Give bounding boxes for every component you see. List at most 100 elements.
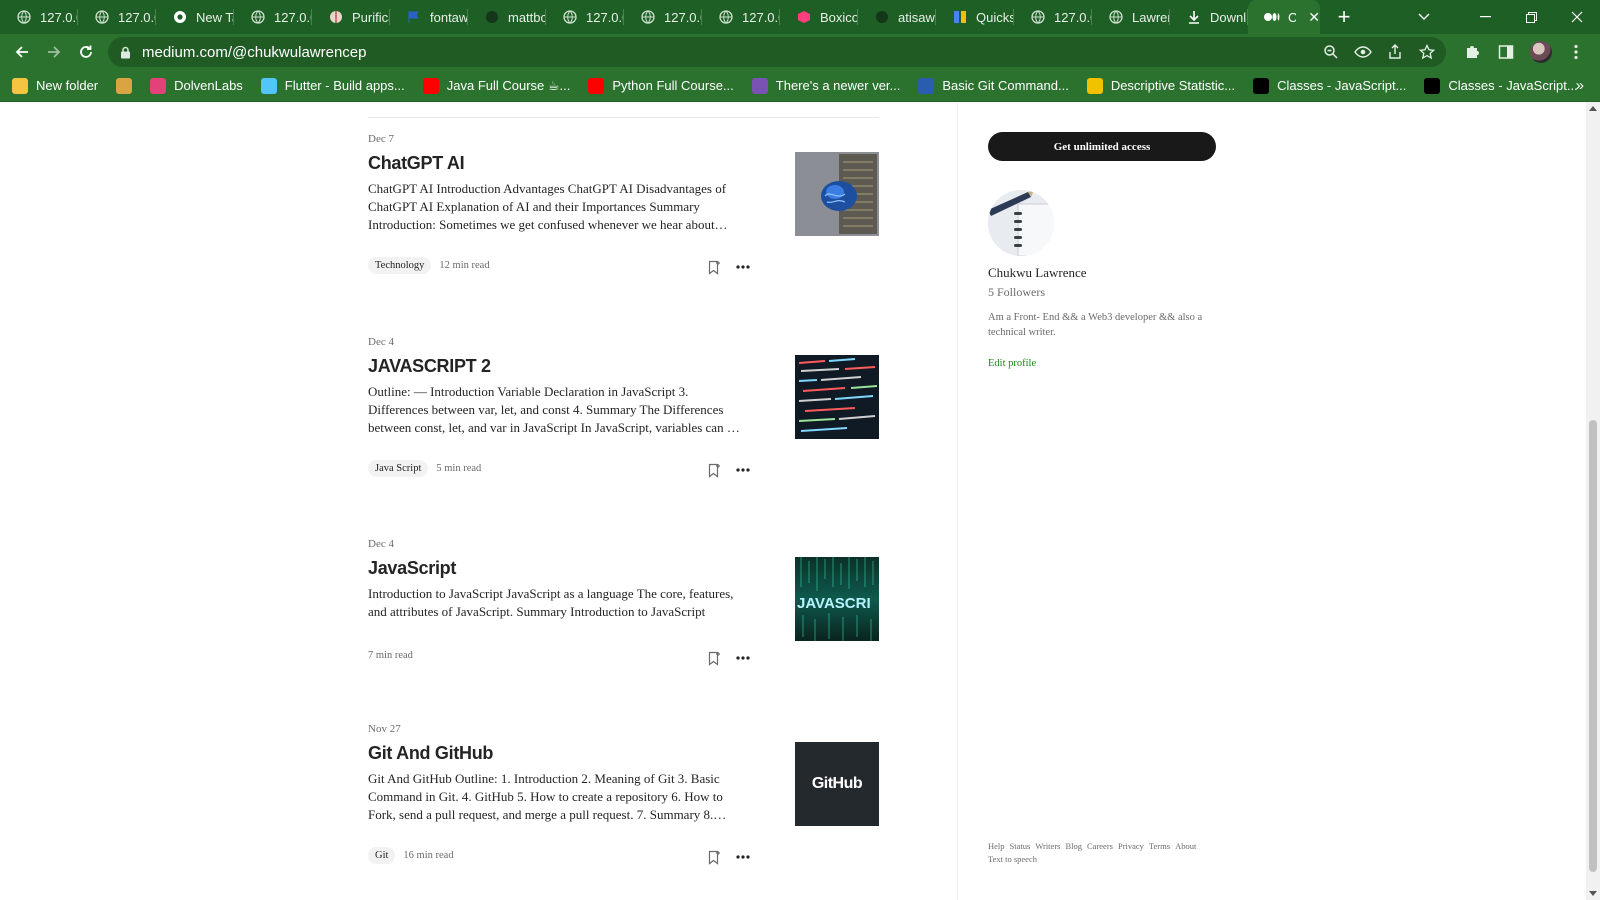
browser-tab[interactable]: fontaw <box>390 0 468 34</box>
browser-tab[interactable]: 127.0.0 <box>0 0 78 34</box>
minimize-button[interactable] <box>1462 0 1508 34</box>
share-icon[interactable] <box>1386 43 1404 61</box>
reload-button[interactable] <box>70 36 102 68</box>
article-card[interactable]: Dec 7 ChatGPT AI ChatGPT AI Introduction… <box>368 133 879 317</box>
bookmark-item[interactable]: DolvenLabs <box>150 77 243 94</box>
more-options-icon[interactable] <box>735 462 751 478</box>
followers-count[interactable]: 5 Followers <box>988 285 1045 300</box>
bookmark-label: Java Full Course ☕... <box>446 77 571 93</box>
article-excerpt[interactable]: ChatGPT AI Introduction Advantages ChatG… <box>368 180 748 233</box>
bookmark-label: Classes - JavaScript... <box>1448 78 1578 93</box>
article-title[interactable]: ChatGPT AI <box>368 153 465 174</box>
scrollbar-thumb[interactable] <box>1589 420 1597 872</box>
article-title[interactable]: JavaScript <box>368 558 456 579</box>
bookmark-item[interactable]: Basic Git Command... <box>918 77 1069 94</box>
author-name[interactable]: Chukwu Lawrence <box>988 265 1087 281</box>
article-excerpt[interactable]: Introduction to JavaScript JavaScript as… <box>368 585 748 621</box>
footer-link[interactable]: Privacy <box>1118 841 1144 852</box>
more-options-icon[interactable] <box>735 650 751 666</box>
scroll-up-arrow[interactable] <box>1589 106 1597 111</box>
article-excerpt[interactable]: Git And GitHub Outline: 1. Introduction … <box>368 770 748 823</box>
browser-tab[interactable]: 127.0.0 <box>546 0 624 34</box>
browser-tab[interactable]: 127.0.0 <box>624 0 702 34</box>
zoom-icon[interactable] <box>1322 43 1340 61</box>
footer-link[interactable]: Status <box>1010 841 1031 852</box>
lock-icon[interactable] <box>118 45 132 59</box>
footer-link[interactable]: Terms <box>1149 841 1170 852</box>
browser-tab[interactable]: Boxico <box>780 0 858 34</box>
bookmark-item[interactable] <box>116 77 133 94</box>
browser-tab[interactable]: New Ta <box>156 0 234 34</box>
bookmark-add-icon[interactable] <box>707 849 721 865</box>
browser-tab[interactable]: 127.0.0 <box>1014 0 1092 34</box>
more-options-icon[interactable] <box>735 849 751 865</box>
browser-tab[interactable]: mattbc <box>468 0 546 34</box>
profile-avatar[interactable] <box>1530 41 1552 63</box>
tab-title: 127.0.0 <box>274 9 312 25</box>
browser-tab[interactable]: atisawc <box>858 0 936 34</box>
mdn-icon <box>1253 77 1270 94</box>
more-options-icon[interactable] <box>735 259 751 275</box>
article-card[interactable]: Dec 4 JAVASCRIPT 2 Outline: — Introducti… <box>368 336 879 520</box>
bookmarks-overflow-button[interactable]: » <box>1576 77 1584 94</box>
scroll-down-arrow[interactable] <box>1589 891 1597 896</box>
browser-tab[interactable]: Lawren <box>1092 0 1170 34</box>
bookmark-add-icon[interactable] <box>707 462 721 478</box>
footer-link[interactable]: Text to speech <box>988 854 1037 865</box>
article-title[interactable]: JAVASCRIPT 2 <box>368 356 491 377</box>
article-thumbnail[interactable] <box>795 355 879 439</box>
star-icon[interactable] <box>1418 43 1436 61</box>
get-unlimited-access-button[interactable]: Get unlimited access <box>988 132 1216 161</box>
article-card[interactable]: Nov 27 Git And GitHub Git And GitHub Out… <box>368 723 879 899</box>
browser-tab[interactable]: Purifica <box>312 0 390 34</box>
browser-tab[interactable]: Quicks <box>936 0 1014 34</box>
footer-link[interactable]: Writers <box>1035 841 1060 852</box>
menu-icon[interactable] <box>1566 42 1586 62</box>
side-panel-icon[interactable] <box>1496 42 1516 62</box>
back-button[interactable] <box>6 36 38 68</box>
edit-profile-link[interactable]: Edit profile <box>988 358 1036 369</box>
author-avatar[interactable] <box>988 190 1054 256</box>
footer-link[interactable]: About <box>1175 841 1196 852</box>
tab-title: mattbc <box>508 9 546 25</box>
article-thumbnail[interactable]: JAVASCRI <box>795 557 879 641</box>
tag-chip[interactable]: Java Script <box>368 460 429 477</box>
browser-tab-active[interactable]: Ch ✕ <box>1248 0 1320 34</box>
article-card[interactable]: Dec 4 JavaScript Introduction to JavaScr… <box>368 538 879 706</box>
bookmark-item[interactable]: Classes - JavaScript... <box>1253 77 1406 94</box>
bookmark-item[interactable]: Java Full Course ☕... <box>422 77 571 94</box>
browser-tab[interactable]: 127.0.0 <box>234 0 312 34</box>
footer-link[interactable]: Careers <box>1087 841 1113 852</box>
browser-tab[interactable]: 127.0.0 <box>78 0 156 34</box>
tab-search-button[interactable] <box>1404 0 1444 34</box>
browser-tab[interactable]: Downl <box>1170 0 1248 34</box>
bookmark-add-icon[interactable] <box>707 259 721 275</box>
article-title[interactable]: Git And GitHub <box>368 743 493 764</box>
eye-icon[interactable] <box>1354 43 1372 61</box>
url-text[interactable]: medium.com/@chukwulawrencep <box>142 44 366 61</box>
chevron-down-icon <box>1418 13 1430 20</box>
tab-close-icon[interactable]: ✕ <box>1308 9 1320 26</box>
tag-chip[interactable]: Git <box>368 847 396 864</box>
article-thumbnail[interactable]: GitHub <box>795 742 879 826</box>
bookmark-add-icon[interactable] <box>707 650 721 666</box>
forward-button[interactable] <box>38 36 70 68</box>
new-tab-button[interactable]: + <box>1326 0 1362 34</box>
restore-button[interactable] <box>1508 0 1554 34</box>
bookmark-item[interactable]: Python Full Course... <box>588 77 734 94</box>
bookmark-item[interactable]: New folder <box>12 77 98 94</box>
close-window-button[interactable] <box>1554 0 1600 34</box>
bookmark-item[interactable]: Flutter - Build apps... <box>260 77 405 94</box>
page-scrollbar[interactable] <box>1586 102 1600 900</box>
extensions-icon[interactable] <box>1462 42 1482 62</box>
footer-link[interactable]: Blog <box>1065 841 1082 852</box>
footer-link[interactable]: Help <box>988 841 1005 852</box>
article-excerpt[interactable]: Outline: — Introduction Variable Declara… <box>368 383 748 436</box>
bookmark-item[interactable]: There's a newer ver... <box>751 77 900 94</box>
bookmark-item[interactable]: Classes - JavaScript... <box>1424 77 1578 94</box>
bookmark-item[interactable]: Descriptive Statistic... <box>1086 77 1235 94</box>
article-thumbnail[interactable] <box>795 152 879 236</box>
tag-chip[interactable]: Technology <box>368 257 432 274</box>
address-bar[interactable]: medium.com/@chukwulawrencep <box>108 37 1446 67</box>
browser-tab[interactable]: 127.0.0 <box>702 0 780 34</box>
